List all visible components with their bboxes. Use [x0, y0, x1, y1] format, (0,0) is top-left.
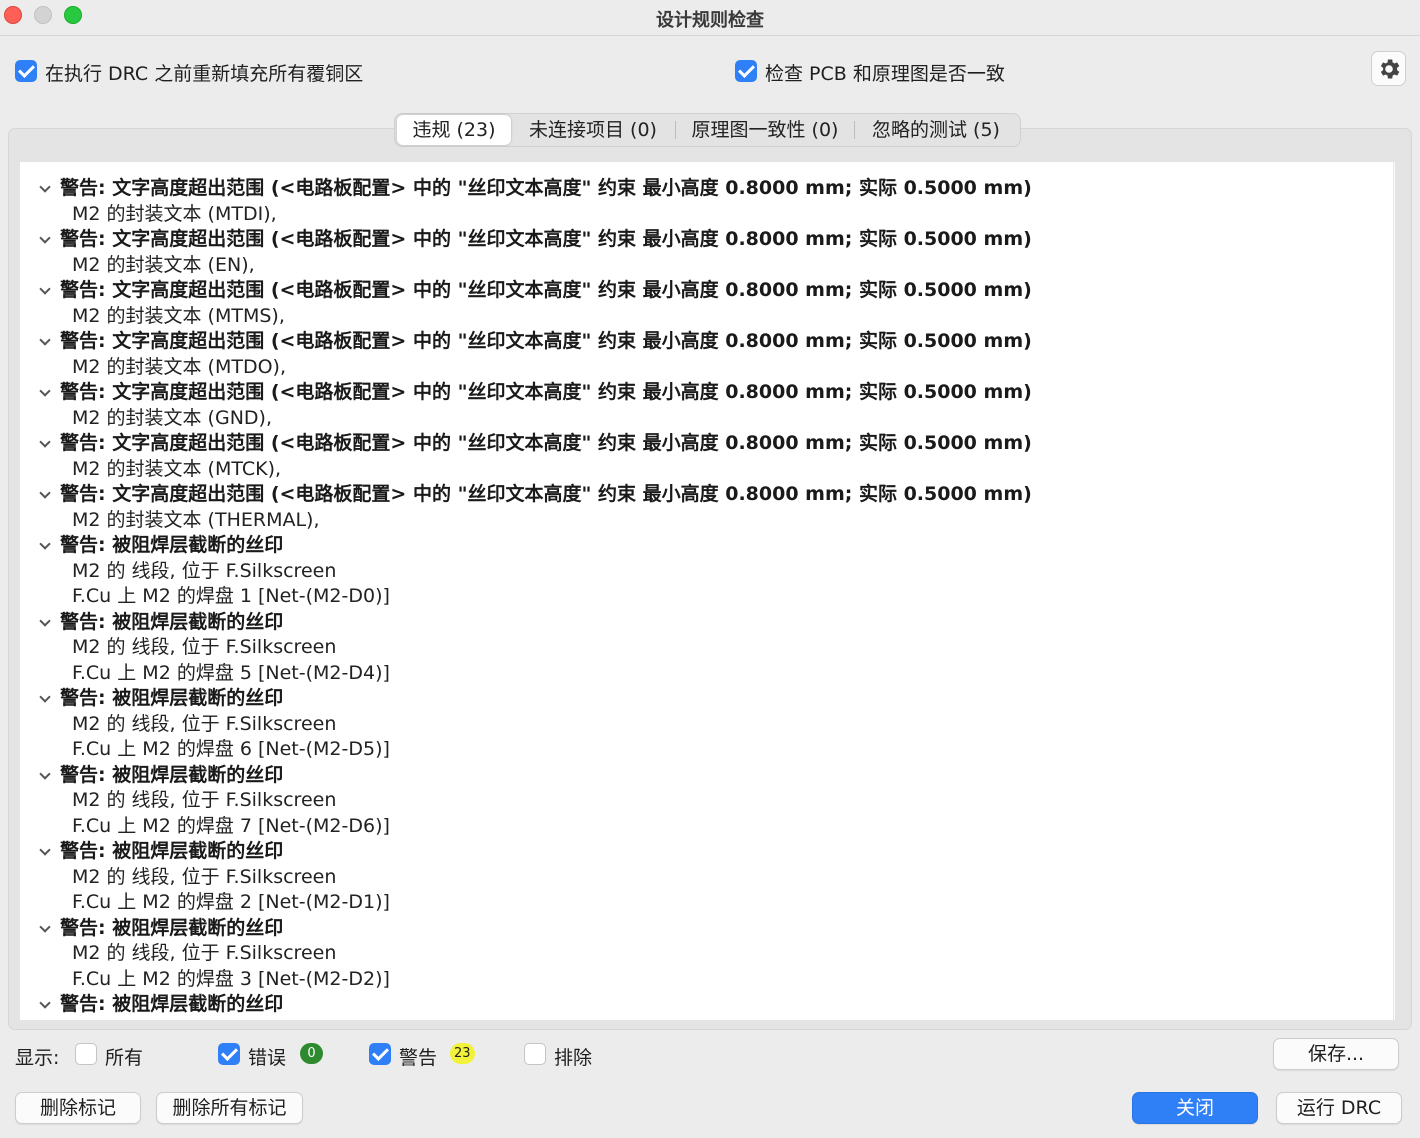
violation-row[interactable]: 警告: 文字高度超出范围 (<电路板配置> 中的 "丝印文本高度" 约束 最小高…: [20, 380, 1380, 406]
show-all-label[interactable]: 所有: [105, 1043, 143, 1070]
show-errors-checkbox[interactable]: [218, 1043, 240, 1065]
tab-unconnected[interactable]: 未连接项目 (0): [511, 115, 675, 145]
violation-item[interactable]: F.Cu 上 M2 的焊盘 3 [Net-(M2-D2)]: [20, 967, 1380, 993]
show-warnings-checkbox[interactable]: [369, 1043, 391, 1065]
violation-item[interactable]: M2 的 线段, 位于 F.Silkscreen: [20, 941, 1380, 967]
violation-title: 警告: 被阻焊层截断的丝印: [60, 840, 284, 862]
vertical-scrollbar[interactable]: [1393, 162, 1395, 1020]
chevron-down-icon[interactable]: [39, 614, 51, 627]
delete-marker-button[interactable]: 删除标记: [15, 1092, 141, 1124]
violation-row[interactable]: 警告: 被阻焊层截断的丝印: [20, 916, 1380, 942]
violation-title: 警告: 文字高度超出范围 (<电路板配置> 中的 "丝印文本高度" 约束 最小高…: [60, 432, 1032, 454]
gear-icon: [1380, 58, 1399, 79]
chevron-down-icon[interactable]: [39, 283, 51, 295]
violation-title: 警告: 被阻焊层截断的丝印: [60, 763, 284, 786]
errors-count-badge: 0: [300, 1043, 323, 1064]
violation-title: 警告: 文字高度超出范围 (<电路板配置> 中的 "丝印文本高度" 约束 最小高…: [60, 177, 1032, 199]
violation-item[interactable]: F.Cu 上 M2 的焊盘 5 [Net-(M2-D4)]: [20, 661, 1380, 687]
close-button[interactable]: 关闭: [1132, 1092, 1258, 1124]
chevron-down-icon[interactable]: [39, 181, 51, 193]
refill-zones-label[interactable]: 在执行 DRC 之前重新填充所有覆铜区: [45, 59, 363, 86]
chevron-down-icon[interactable]: [39, 436, 51, 448]
violations-list[interactable]: 警告: 文字高度超出范围 (<电路板配置> 中的 "丝印文本高度" 约束 最小高…: [20, 162, 1395, 1020]
violation-row[interactable]: 警告: 被阻焊层截断的丝印: [20, 610, 1380, 636]
chevron-down-icon[interactable]: [39, 385, 51, 397]
violation-item[interactable]: M2 的 线段, 位于 F.Silkscreen: [20, 559, 1380, 585]
show-exclusions-label[interactable]: 排除: [554, 1043, 592, 1070]
chevron-down-icon[interactable]: [39, 691, 51, 703]
violation-row[interactable]: 警告: 被阻焊层截断的丝印: [20, 533, 1380, 559]
violation-item[interactable]: M2 的封装文本 (MTMS),: [20, 304, 1380, 330]
violation-title: 警告: 文字高度超出范围 (<电路板配置> 中的 "丝印文本高度" 约束 最小高…: [60, 228, 1032, 250]
result-tabs: 违规 (23) 未连接项目 (0) 原理图一致性 (0) 忽略的测试 (5): [394, 113, 1021, 147]
violation-row[interactable]: 警告: 文字高度超出范围 (<电路板配置> 中的 "丝印文本高度" 约束 最小高…: [20, 278, 1380, 304]
chevron-down-icon[interactable]: [39, 538, 51, 550]
violation-item[interactable]: M2 的 线段, 位于 F.Silkscreen: [20, 635, 1380, 661]
violation-row[interactable]: 警告: 文字高度超出范围 (<电路板配置> 中的 "丝印文本高度" 约束 最小高…: [20, 176, 1380, 202]
violation-item[interactable]: M2 的封装文本 (THERMAL),: [20, 508, 1380, 534]
refill-zones-checkbox[interactable]: [15, 60, 37, 82]
violation-row[interactable]: 警告: 被阻焊层截断的丝印: [20, 763, 1380, 789]
violation-title: 警告: 文字高度超出范围 (<电路板配置> 中的 "丝印文本高度" 约束 最小高…: [60, 330, 1032, 352]
violation-item[interactable]: F.Cu 上 M2 的焊盘 6 [Net-(M2-D5)]: [20, 737, 1380, 763]
show-errors-label[interactable]: 错误: [248, 1043, 286, 1070]
chevron-down-icon[interactable]: [39, 844, 51, 856]
violation-title: 警告: 被阻焊层截断的丝印: [60, 534, 284, 556]
violation-item[interactable]: F.Cu 上 M2 的焊盘 7 [Net-(M2-D6)]: [20, 814, 1380, 840]
tab-violations[interactable]: 违规 (23): [397, 115, 511, 145]
violation-title: 警告: 文字高度超出范围 (<电路板配置> 中的 "丝印文本高度" 约束 最小高…: [60, 381, 1032, 403]
violation-item[interactable]: F.Cu 上 M2 的焊盘 2 [Net-(M2-D1)]: [20, 890, 1380, 916]
violation-item[interactable]: M2 的封装文本 (GND),: [20, 406, 1380, 432]
violation-title: 警告: 被阻焊层截断的丝印: [60, 993, 284, 1015]
chevron-down-icon[interactable]: [39, 487, 51, 499]
violation-title: 警告: 被阻焊层截断的丝印: [60, 916, 284, 939]
violation-row[interactable]: 警告: 文字高度超出范围 (<电路板配置> 中的 "丝印文本高度" 约束 最小高…: [20, 329, 1380, 355]
violation-title: 警告: 被阻焊层截断的丝印: [60, 610, 284, 633]
show-warnings-label[interactable]: 警告: [399, 1043, 437, 1070]
violation-row[interactable]: 警告: 文字高度超出范围 (<电路板配置> 中的 "丝印文本高度" 约束 最小高…: [20, 431, 1380, 457]
window-title: 设计规则检查: [656, 10, 764, 31]
tab-schematic-parity[interactable]: 原理图一致性 (0): [676, 115, 854, 145]
chevron-down-icon[interactable]: [39, 997, 51, 1009]
violation-title: 警告: 文字高度超出范围 (<电路板配置> 中的 "丝印文本高度" 约束 最小高…: [60, 483, 1032, 505]
delete-all-markers-button[interactable]: 删除所有标记: [156, 1092, 303, 1124]
violation-item[interactable]: M2 的封装文本 (MTDO),: [20, 355, 1380, 381]
violations-rows: 警告: 文字高度超出范围 (<电路板配置> 中的 "丝印文本高度" 约束 最小高…: [20, 176, 1380, 1018]
chevron-down-icon[interactable]: [39, 334, 51, 346]
violation-item[interactable]: F.Cu 上 M2 的焊盘 1 [Net-(M2-D0)]: [20, 584, 1380, 610]
violation-item[interactable]: M2 的封装文本 (MTDI),: [20, 202, 1380, 228]
violation-item[interactable]: M2 的 线段, 位于 F.Silkscreen: [20, 788, 1380, 814]
show-all-checkbox[interactable]: [75, 1043, 97, 1065]
chevron-down-icon[interactable]: [39, 920, 51, 933]
violation-item[interactable]: M2 的封装文本 (EN),: [20, 253, 1380, 279]
violation-row[interactable]: 警告: 被阻焊层截断的丝印: [20, 686, 1380, 712]
show-exclusions-checkbox[interactable]: [524, 1043, 546, 1065]
violation-title: 警告: 被阻焊层截断的丝印: [60, 687, 284, 709]
violation-row[interactable]: 警告: 被阻焊层截断的丝印: [20, 839, 1380, 865]
title-bar: 设计规则检查: [0, 0, 1420, 36]
violation-item[interactable]: M2 的 线段, 位于 F.Silkscreen: [20, 865, 1380, 891]
violation-item[interactable]: M2 的 线段, 位于 F.Silkscreen: [20, 712, 1380, 738]
violation-row[interactable]: 警告: 被阻焊层截断的丝印: [20, 992, 1380, 1018]
run-drc-button[interactable]: 运行 DRC: [1276, 1092, 1402, 1124]
check-parity-label[interactable]: 检查 PCB 和原理图是否一致: [765, 59, 1005, 86]
warnings-count-badge: 23: [450, 1043, 475, 1064]
violation-row[interactable]: 警告: 文字高度超出范围 (<电路板配置> 中的 "丝印文本高度" 约束 最小高…: [20, 227, 1380, 253]
save-button[interactable]: 保存...: [1273, 1038, 1399, 1070]
settings-button[interactable]: [1371, 51, 1406, 86]
violation-row[interactable]: 警告: 文字高度超出范围 (<电路板配置> 中的 "丝印文本高度" 约束 最小高…: [20, 482, 1380, 508]
tab-ignored-tests[interactable]: 忽略的测试 (5): [855, 115, 1017, 145]
violation-item[interactable]: M2 的封装文本 (MTCK),: [20, 457, 1380, 483]
chevron-down-icon[interactable]: [39, 232, 51, 244]
chevron-down-icon[interactable]: [39, 767, 51, 780]
check-parity-checkbox[interactable]: [735, 60, 757, 82]
violation-title: 警告: 文字高度超出范围 (<电路板配置> 中的 "丝印文本高度" 约束 最小高…: [60, 279, 1032, 301]
show-label: 显示:: [15, 1047, 60, 1069]
